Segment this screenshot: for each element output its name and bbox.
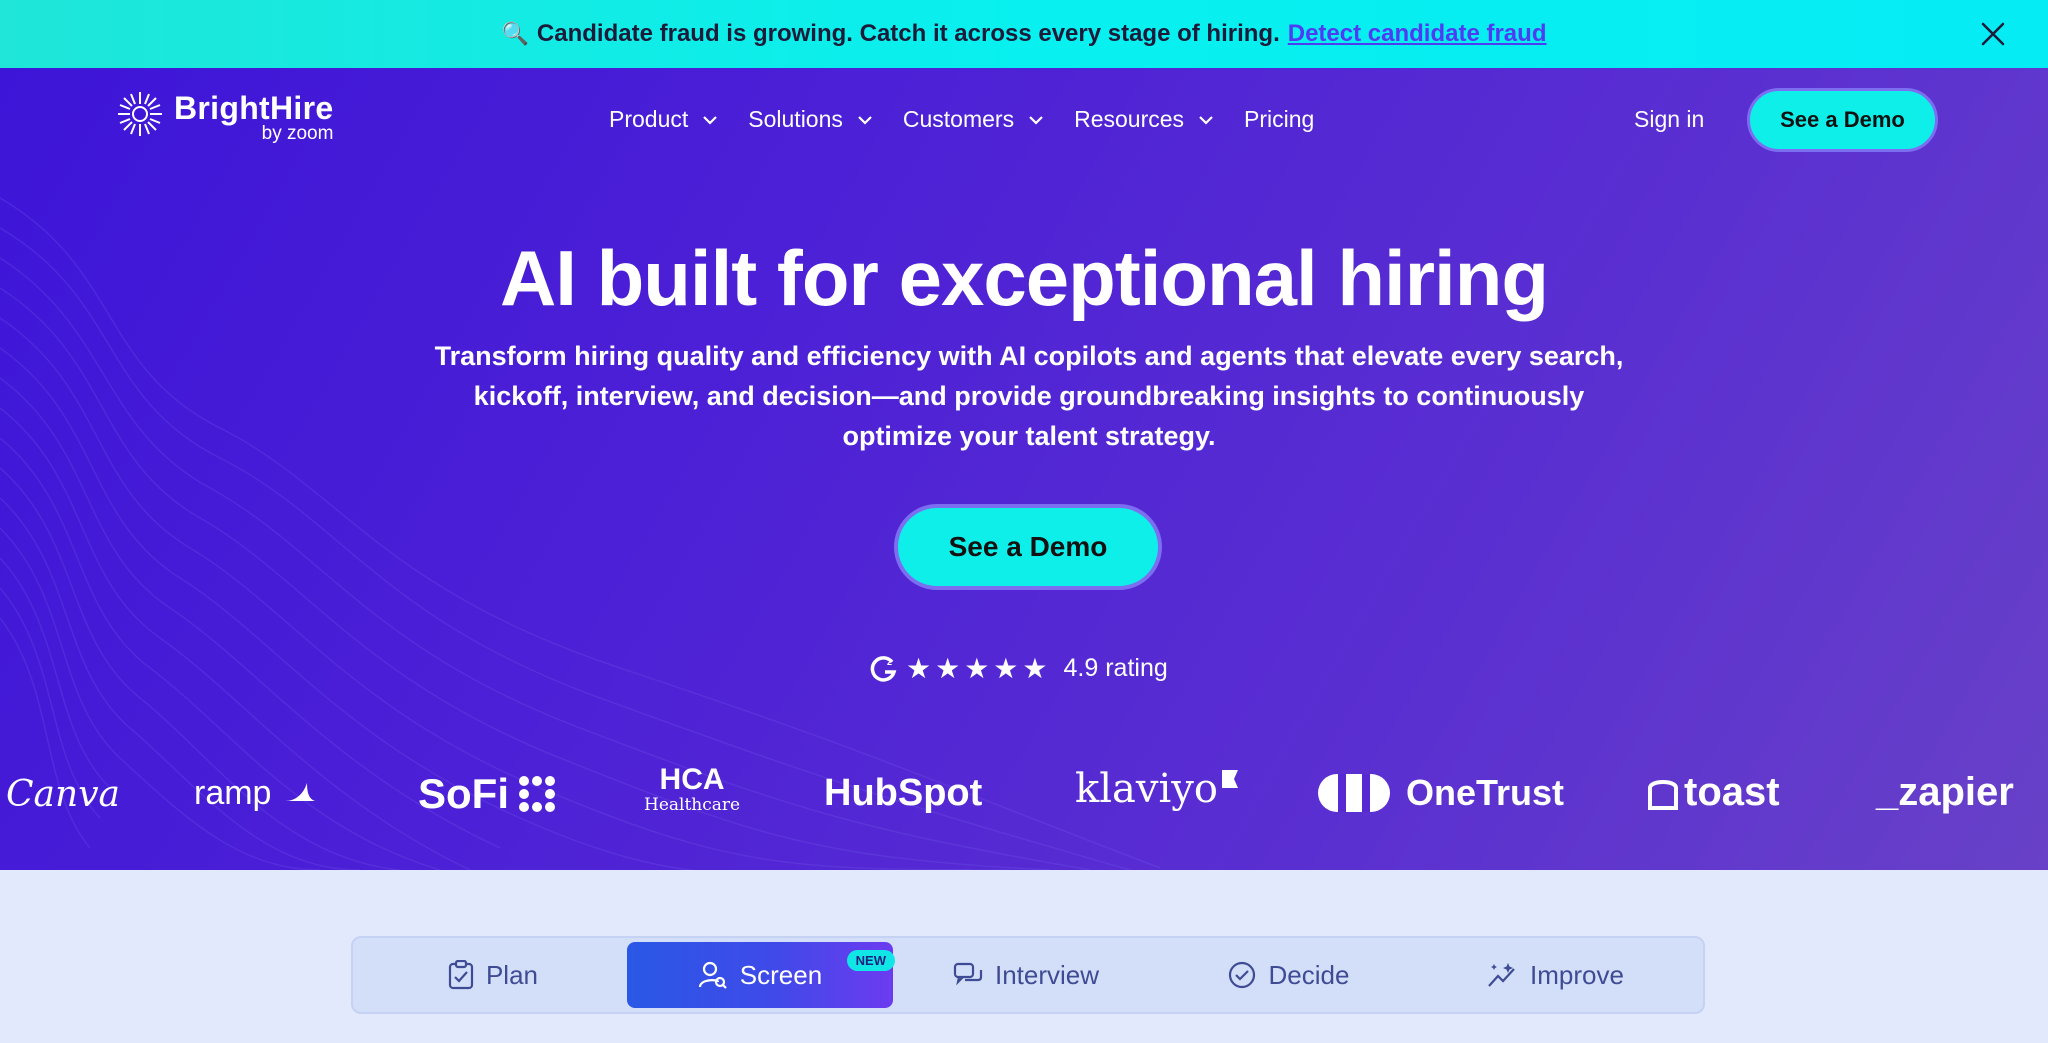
sofi-logo-text: SoFi	[418, 770, 509, 817]
hubspot-logo: HubSpot	[824, 772, 982, 815]
tab-decide[interactable]: Decide	[1163, 942, 1413, 1008]
tab-improve[interactable]: Improve	[1425, 942, 1685, 1008]
hero-subtext: Transform hiring quality and efficiency …	[434, 341, 1624, 451]
customer-logos: Canva ramp SoFi HCA Healthcare HubSpot k…	[0, 752, 2048, 852]
hubspot-logo-text: HubSpot	[824, 772, 983, 814]
sunburst-logo-icon	[118, 92, 162, 136]
brand-name: BrightHire	[174, 90, 334, 126]
main-nav: Product Solutions Customers Resources Pr…	[609, 106, 1344, 133]
new-badge: NEW	[846, 950, 895, 971]
nav-resources-label: Resources	[1074, 106, 1185, 132]
announcement-text: Candidate fraud is growing. Catch it acr…	[536, 20, 1280, 47]
tab-improve-label: Improve	[1530, 959, 1624, 990]
chevron-down-icon	[1199, 115, 1213, 125]
stage-tabs: Plan Screen NEW Interview Decide Improve	[351, 936, 1705, 1014]
ramp-logo: ramp	[194, 774, 317, 813]
see-demo-nav-button[interactable]: See a Demo	[1747, 88, 1938, 152]
zapier-logo-text: _zapier	[1876, 770, 2014, 814]
nav-customers[interactable]: Customers	[903, 106, 1044, 133]
brighthire-logo[interactable]: BrightHire by zoom	[116, 90, 333, 144]
chat-bubbles-icon	[953, 962, 983, 986]
tab-decide-label: Decide	[1268, 959, 1350, 990]
user-search-icon	[698, 961, 727, 989]
announcement-bar: 🔍 Candidate fraud is growing. Catch it a…	[0, 0, 2048, 68]
rating-text: 4.9 rating	[1063, 654, 1168, 682]
check-circle-icon	[1228, 961, 1255, 989]
nav-product-label: Product	[609, 106, 689, 132]
hca-logo: HCA Healthcare	[644, 763, 741, 815]
sign-in-link[interactable]: Sign in	[1634, 106, 1704, 133]
magnifier-icon: 🔍	[501, 21, 529, 46]
clipboard-check-icon	[448, 960, 474, 990]
tab-screen-label: Screen	[739, 959, 823, 990]
onetrust-logo: OneTrust	[1316, 772, 1564, 814]
nav-solutions[interactable]: Solutions	[748, 106, 873, 133]
toast-logo-text: toast	[1684, 770, 1780, 814]
g2-icon: 2	[870, 655, 897, 682]
toast-bread-icon	[1648, 779, 1678, 810]
close-icon[interactable]	[1978, 19, 2008, 49]
hero-headline: AI built for exceptional hiring	[499, 234, 1549, 322]
nav-resources[interactable]: Resources	[1074, 106, 1214, 133]
chevron-down-icon	[703, 115, 718, 125]
ramp-wing-icon	[285, 782, 316, 801]
zapier-logo: _zapier	[1876, 770, 2014, 815]
onetrust-logo-text: OneTrust	[1406, 772, 1565, 813]
klaviyo-logo: klaviyo	[1075, 766, 1238, 812]
onetrust-mark-icon	[1318, 774, 1390, 812]
wave-pattern	[0, 197, 1161, 870]
nav-pricing[interactable]: Pricing	[1244, 106, 1314, 133]
detect-fraud-link[interactable]: Detect candidate fraud	[1288, 20, 1547, 48]
sofi-logo: SoFi	[418, 770, 557, 818]
klaviyo-flag-icon	[1221, 770, 1238, 788]
hca-logo-text: HCA	[659, 763, 725, 796]
chevron-down-icon	[1029, 115, 1043, 125]
nav-product[interactable]: Product	[609, 106, 718, 133]
nav-pricing-label: Pricing	[1244, 106, 1315, 132]
toast-logo: toast	[1644, 770, 1780, 815]
brand-sub: by zoom	[261, 123, 334, 144]
canva-logo: Canva	[6, 774, 120, 815]
svg-text:2: 2	[887, 657, 892, 667]
tab-screen[interactable]: Screen NEW	[627, 942, 895, 1008]
sparkle-trend-icon	[1488, 963, 1515, 987]
tab-interview-label: Interview	[994, 959, 1100, 990]
hca-logo-sub: Healthcare	[644, 795, 741, 815]
nav-customers-label: Customers	[902, 106, 1015, 132]
hero-section: BrightHire by zoom Product Solutions Cus…	[0, 68, 2048, 870]
rating-stars: ★★★★★	[906, 653, 1052, 684]
see-demo-hero-button[interactable]: See a Demo	[894, 504, 1162, 590]
tab-interview[interactable]: Interview	[901, 942, 1151, 1008]
ramp-logo-text: ramp	[194, 774, 272, 812]
chevron-down-icon	[858, 115, 872, 125]
product-stages-section: Plan Screen NEW Interview Decide Improve	[0, 870, 2048, 1043]
canva-logo-text: Canva	[6, 774, 120, 815]
tab-plan[interactable]: Plan	[393, 942, 593, 1008]
klaviyo-logo-text: klaviyo	[1075, 766, 1218, 812]
sofi-dots-icon	[519, 776, 555, 812]
nav-solutions-label: Solutions	[748, 106, 843, 132]
tab-plan-label: Plan	[485, 959, 539, 990]
rating-row: 2 ★★★★★ 4.9 rating	[870, 652, 1168, 685]
